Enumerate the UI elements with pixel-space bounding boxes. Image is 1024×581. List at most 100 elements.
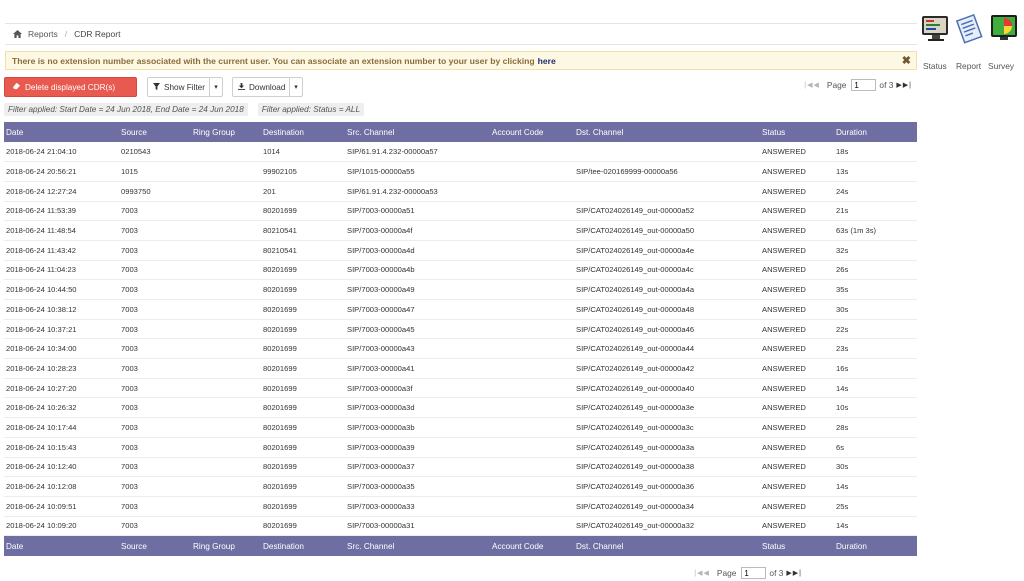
page-number-input[interactable] <box>851 79 877 91</box>
chevron-down-icon[interactable]: ▾ <box>209 78 222 96</box>
table-row: 2018-06-24 10:37:21 7003 80201699 SIP/7003-… <box>4 319 917 340</box>
cell-duration: 26s <box>834 260 917 281</box>
header-column-duration[interactable]: Duration <box>834 122 917 142</box>
cell-account-code <box>490 220 574 241</box>
cell-source: 7003 <box>119 338 191 360</box>
footer-column-destination[interactable]: Destination <box>261 535 345 556</box>
cell-dst-channel <box>574 181 760 202</box>
header-column-source[interactable]: Source <box>119 122 191 142</box>
header-column-status[interactable]: Status <box>760 122 834 142</box>
breadcrumb-reports[interactable]: Reports <box>28 29 58 39</box>
footer-column-duration[interactable]: Duration <box>834 535 917 556</box>
cell-dst-channel: SIP/CAT024026149_out-00000a32 <box>574 516 760 537</box>
table-row: 2018-06-24 11:53:39 7003 80201699 SIP/7003-… <box>4 201 917 222</box>
report-documents-icon[interactable] <box>954 12 986 44</box>
footer-column-status[interactable]: Status <box>760 535 834 556</box>
cell-account-code <box>490 437 574 458</box>
cell-duration: 6s <box>834 437 917 458</box>
cdr-table: Date Source Ring Group Destination Src. Chan… <box>4 122 917 556</box>
survey-app-label[interactable]: Survey <box>988 61 1014 71</box>
side-apps-panel: Status Report Survey <box>918 0 1024 90</box>
download-button[interactable]: Download ▾ <box>232 77 303 97</box>
first-prev-page-icon[interactable]: |◀◀ <box>694 569 710 577</box>
cell-destination: 80201699 <box>261 496 345 517</box>
home-icon[interactable] <box>13 30 22 38</box>
footer-column-source[interactable]: Source <box>119 535 191 556</box>
header-column-date[interactable]: Date <box>4 122 119 142</box>
report-app-label[interactable]: Report <box>956 61 981 71</box>
header-column-src-channel[interactable]: Src. Channel <box>345 122 490 142</box>
cell-duration: 18s <box>834 142 917 163</box>
status-app-label[interactable]: Status <box>923 61 947 71</box>
cell-account-code <box>490 397 574 419</box>
close-icon[interactable]: ✖ <box>902 54 911 67</box>
cell-account-code <box>490 181 574 202</box>
cell-date: 2018-06-24 10:09:51 <box>4 496 119 517</box>
page-number-input[interactable] <box>741 567 767 579</box>
cell-status: ANSWERED <box>760 358 834 379</box>
survey-chart-icon[interactable] <box>988 12 1020 44</box>
footer-column-date[interactable]: Date <box>4 535 119 556</box>
cell-source: 7003 <box>119 437 191 458</box>
cell-destination: 80210541 <box>261 240 345 261</box>
first-prev-page-icon[interactable]: |◀◀ <box>804 81 820 89</box>
page-of-label: of 3 <box>769 568 784 578</box>
cell-status: ANSWERED <box>760 201 834 222</box>
header-column-dst-channel[interactable]: Dst. Channel <box>574 122 760 142</box>
chevron-down-icon[interactable]: ▾ <box>289 78 302 96</box>
cell-date: 2018-06-24 10:38:12 <box>4 299 119 320</box>
cell-dst-channel: SIP/CAT024026149_out-00000a42 <box>574 358 760 379</box>
download-label: Download <box>249 82 286 92</box>
cell-status: ANSWERED <box>760 181 834 202</box>
table-row: 2018-06-24 10:34:00 7003 80201699 SIP/7003-… <box>4 338 917 360</box>
cell-source: 7003 <box>119 417 191 438</box>
cell-source: 7003 <box>119 299 191 320</box>
cell-destination: 80201699 <box>261 457 345 478</box>
show-filter-button[interactable]: Show Filter ▾ <box>147 77 223 97</box>
table-row: 2018-06-24 10:27:20 7003 80201699 SIP/7003-… <box>4 378 917 399</box>
cell-source: 7003 <box>119 201 191 222</box>
cell-src-channel: SIP/7003-00000a39 <box>345 437 490 458</box>
cell-dst-channel: SIP/CAT024026149_out-00000a3e <box>574 397 760 419</box>
cell-destination: 80201699 <box>261 397 345 419</box>
next-last-page-icon[interactable]: ▶▶| <box>786 569 802 577</box>
header-column-destination[interactable]: Destination <box>261 122 345 142</box>
cell-duration: 35s <box>834 279 917 300</box>
table-row: 2018-06-24 11:04:23 7003 80201699 SIP/7003-… <box>4 260 917 281</box>
delete-cdr-button[interactable]: Delete displayed CDR(s) <box>4 77 137 97</box>
cell-ring-group <box>191 299 261 320</box>
cell-ring-group <box>191 161 261 182</box>
cell-source: 7003 <box>119 279 191 300</box>
footer-column-ring-group[interactable]: Ring Group <box>191 535 261 556</box>
cell-src-channel: SIP/7003-00000a49 <box>345 279 490 300</box>
cell-source: 7003 <box>119 378 191 399</box>
cell-source: 1015 <box>119 161 191 182</box>
cell-dst-channel: SIP/CAT024026149_out-00000a40 <box>574 378 760 399</box>
cell-account-code <box>490 279 574 300</box>
footer-column-account-code[interactable]: Account Code <box>490 535 574 556</box>
footer-column-dst-channel[interactable]: Dst. Channel <box>574 535 760 556</box>
header-column-account-code[interactable]: Account Code <box>490 122 574 142</box>
footer-column-src-channel[interactable]: Src. Channel <box>345 535 490 556</box>
cell-source: 7003 <box>119 220 191 241</box>
cell-ring-group <box>191 358 261 379</box>
cell-date: 2018-06-24 10:26:32 <box>4 397 119 419</box>
page-of-label: of 3 <box>879 80 894 90</box>
monitor-status-icon[interactable] <box>920 12 952 44</box>
cell-source: 7003 <box>119 240 191 261</box>
cell-account-code <box>490 142 574 163</box>
cell-dst-channel: SIP/CAT024026149_out-00000a52 <box>574 201 760 222</box>
cell-account-code <box>490 358 574 379</box>
alert-here-link[interactable]: here <box>538 56 556 66</box>
table-row: 2018-06-24 10:28:23 7003 80201699 SIP/7003-… <box>4 358 917 379</box>
header-column-ring-group[interactable]: Ring Group <box>191 122 261 142</box>
cell-date: 2018-06-24 10:12:08 <box>4 476 119 497</box>
cell-date: 2018-06-24 21:04:10 <box>4 142 119 163</box>
cell-ring-group <box>191 476 261 497</box>
cell-date: 2018-06-24 10:17:44 <box>4 417 119 438</box>
table-header: Date Source Ring Group Destination Src. Chan… <box>4 122 917 142</box>
next-last-page-icon[interactable]: ▶▶| <box>896 81 912 89</box>
table-row: 2018-06-24 10:09:51 7003 80201699 SIP/7003-… <box>4 496 917 517</box>
delete-cdr-label: Delete displayed CDR(s) <box>25 82 116 92</box>
cell-ring-group <box>191 338 261 360</box>
